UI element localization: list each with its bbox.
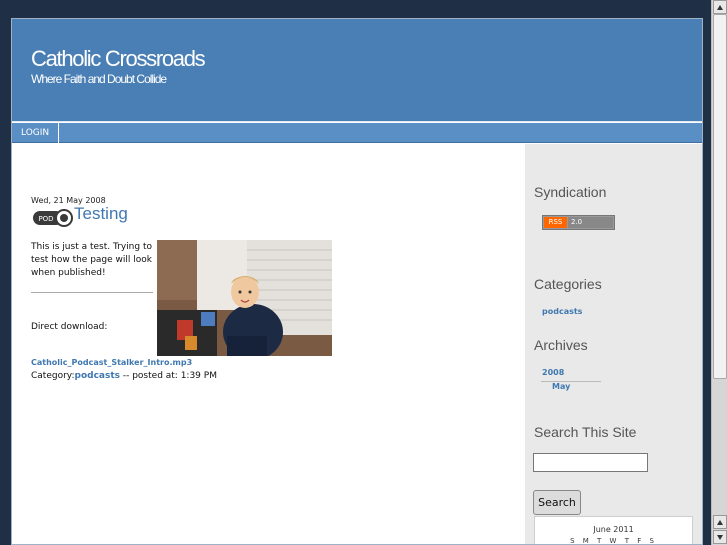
post-photo (157, 240, 332, 356)
sidebar-category-podcasts[interactable]: podcasts (542, 307, 582, 316)
blog-page: Catholic Crossroads Where Faith and Doub… (11, 18, 703, 545)
syndication-heading: Syndication (534, 184, 607, 200)
posted-at: -- posted at: 1:39 PM (120, 371, 217, 381)
archive-year-2008[interactable]: 2008 (542, 368, 564, 377)
archive-divider (541, 381, 601, 382)
rss-badge[interactable]: RSS 2.0 (542, 215, 615, 230)
search-heading: Search This Site (534, 424, 637, 440)
scroll-up-icon (717, 5, 723, 10)
login-link[interactable]: LOGIN (12, 123, 60, 143)
download-link[interactable]: Catholic_Podcast_Stalker_Intro.mp3 (31, 358, 192, 367)
pod-icon: POD (33, 209, 73, 227)
site-header: Catholic Crossroads Where Faith and Doub… (12, 19, 702, 122)
download-label: Direct download: (31, 322, 108, 332)
main-content: Wed, 21 May 2008 POD Testing This is jus… (12, 144, 525, 544)
category-prefix: Category: (31, 371, 75, 381)
post-divider (31, 292, 153, 293)
scroll-up-icon (717, 520, 723, 525)
archives-heading: Archives (534, 337, 588, 353)
post-meta: Category:podcasts -- posted at: 1:39 PM (31, 371, 217, 381)
rss-badge-right: 2.0 (568, 217, 613, 228)
categories-heading: Categories (534, 276, 602, 292)
post-title[interactable]: Testing (74, 204, 128, 224)
post-body: This is just a test. Trying to test how … (31, 242, 152, 278)
scroll-page-up-button[interactable] (713, 515, 727, 529)
scrollbar-thumb[interactable] (713, 14, 727, 379)
site-title[interactable]: Catholic Crossroads (31, 46, 206, 72)
sidebar: Syndication RSS 2.0 Categories podcasts … (525, 144, 702, 545)
scroll-down-icon (717, 535, 723, 540)
calendar-title: June 2011 (593, 525, 634, 534)
search-button[interactable]: Search (533, 490, 581, 515)
vertical-scrollbar[interactable] (711, 0, 727, 545)
category-link[interactable]: podcasts (75, 371, 121, 381)
scroll-up-button[interactable] (713, 0, 727, 14)
search-input[interactable] (533, 453, 648, 472)
archive-month-may[interactable]: May (552, 382, 570, 391)
rss-badge-left: RSS (544, 217, 567, 228)
calendar-weekdays: S M T W T F S (570, 537, 657, 545)
calendar-widget: June 2011 S M T W T F S (534, 516, 693, 545)
pod-icon-label: POD (38, 215, 53, 223)
site-tagline: Where Faith and Doubt Collide (31, 72, 167, 86)
nav-bar: LOGIN (12, 123, 702, 143)
scroll-down-button[interactable] (713, 530, 727, 544)
